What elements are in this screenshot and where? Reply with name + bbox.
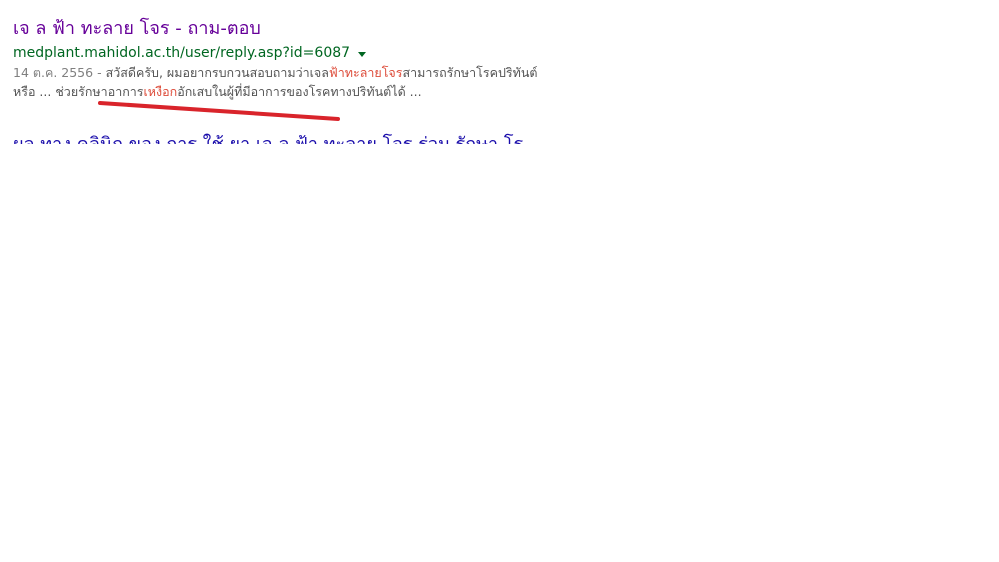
result-url-line: medplant.mahidol.ac.th/user/reply.asp?id… bbox=[13, 43, 593, 63]
result-url: medplant.mahidol.ac.th/user/reply.asp?id… bbox=[13, 45, 351, 61]
result-snippet: 14 ต.ค. 2556 - สวัสดีครับ, ผมอยากรบกวนสอ… bbox=[13, 63, 593, 101]
snippet-text: สวัสดีครับ, ผมอยากรบกวนสอบถามว่าเจล bbox=[105, 65, 329, 80]
next-result-title-link[interactable]: ผล ทาง คลินิก ของ การ ใช้ ยา เจ ล ฟ้า ทะ… bbox=[13, 132, 573, 144]
snippet-text: หรือ ... ช่วยรักษาอาการ bbox=[13, 84, 144, 99]
search-result: เจ ล ฟ้า ทะลาย โจร - ถาม-ตอบ medplant.ma… bbox=[13, 16, 593, 101]
snippet-highlight: เหงือก bbox=[143, 84, 178, 99]
snippet-line-2: หรือ ... ช่วยรักษาอาการเหงือกอักเสบในผู้… bbox=[13, 82, 593, 101]
result-title-link[interactable]: เจ ล ฟ้า ทะลาย โจร - ถาม-ตอบ bbox=[13, 16, 593, 42]
next-result-clipped: ผล ทาง คลินิก ของ การ ใช้ ยา เจ ล ฟ้า ทะ… bbox=[13, 131, 573, 144]
snippet-text: สามารถรักษาโรคปริทันต์ bbox=[402, 65, 538, 80]
result-date: 14 ต.ค. 2556 bbox=[13, 65, 94, 80]
snippet-line-1: 14 ต.ค. 2556 - สวัสดีครับ, ผมอยากรบกวนสอ… bbox=[13, 63, 593, 82]
snippet-text: อักเสบในผู้ที่มีอาการของโรคทางปริทันต์ได… bbox=[177, 84, 422, 99]
snippet-highlight: ฟ้าทะลายโจร bbox=[328, 65, 403, 80]
dropdown-arrow-icon[interactable] bbox=[358, 51, 367, 57]
date-separator: - bbox=[93, 65, 106, 80]
red-underline-annotation bbox=[98, 101, 340, 121]
